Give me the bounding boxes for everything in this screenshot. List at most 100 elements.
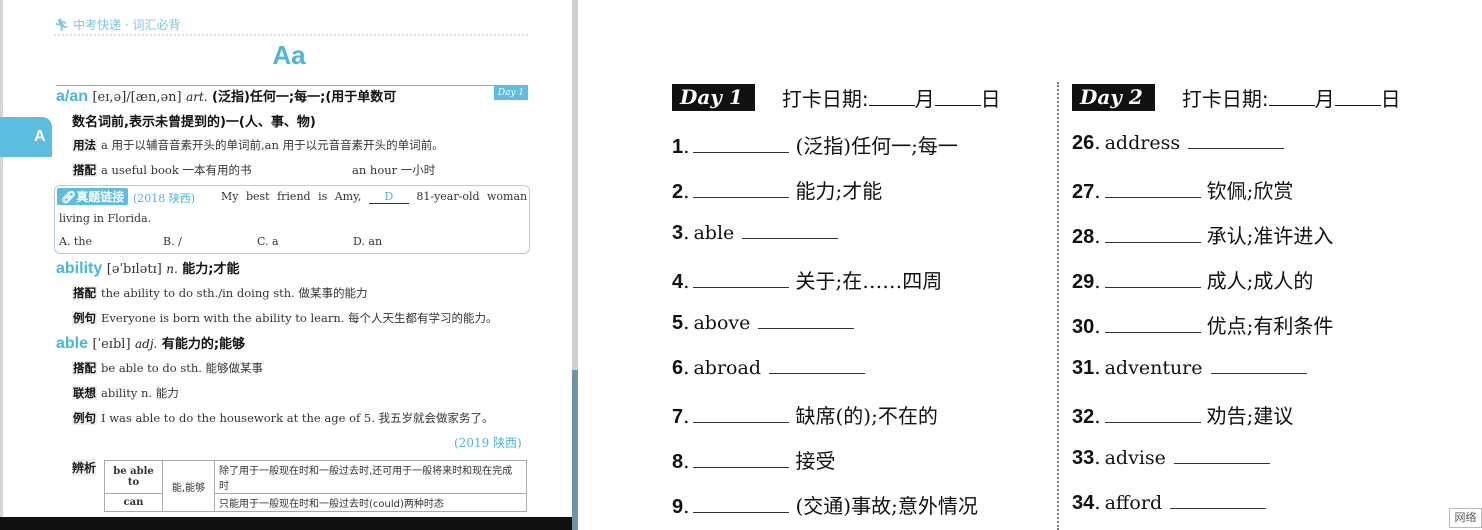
example-line: 例句 I was able to do the housework at the … <box>72 410 494 426</box>
vocab-item: 28. 承认;准许进入 <box>1072 220 1333 250</box>
letter-side-tab[interactable]: A <box>0 117 52 157</box>
item-number-dot: . <box>683 310 690 334</box>
month-blank[interactable] <box>868 86 915 106</box>
column-divider <box>1057 82 1059 530</box>
table-row: be able to 能,能够 除了用于一般现在时和一般过去时,还可用于一般将来… <box>104 460 527 512</box>
vocab-item: 27. 钦佩;欣赏 <box>1072 175 1293 205</box>
shared-meaning-cell: 能,能够 <box>162 460 215 512</box>
item-number-dot: . <box>1094 355 1101 379</box>
vocab-item: 7. 缺席(的);不在的 <box>672 400 938 430</box>
item-number: 2 <box>672 181 684 203</box>
headword: ability <box>56 260 103 277</box>
example-label: 例句 <box>72 311 97 325</box>
item-meaning: 成人;成人的 <box>1206 269 1314 293</box>
item-meaning: 承认;准许进入 <box>1206 224 1334 248</box>
option-a: A. the <box>59 235 92 248</box>
exam-link-label: 🔗︎真题链接 <box>57 188 129 205</box>
answer-blank[interactable] <box>1104 270 1201 288</box>
answer-blank[interactable] <box>758 311 855 329</box>
checkin-label: 打卡日期: <box>781 87 869 111</box>
month-blank[interactable] <box>1268 86 1315 106</box>
answer-blank[interactable] <box>1104 405 1201 423</box>
item-number: 9 <box>672 496 684 518</box>
entry-able-head: able [ˈeɪbl] adj. 有能力的;能够 <box>56 333 245 353</box>
item-meaning: 能力;才能 <box>795 179 883 203</box>
item-number-dot: . <box>683 449 690 473</box>
answer-blank[interactable] <box>693 495 790 513</box>
item-number-dot: . <box>1094 490 1101 514</box>
item-number-dot: . <box>1094 130 1101 154</box>
day-badge-small: Day 1 <box>494 86 528 100</box>
answer-blank[interactable] <box>693 405 790 423</box>
item-number-dot: . <box>683 179 690 203</box>
answer-blank[interactable] <box>693 270 790 288</box>
item-number-dot: . <box>683 494 690 518</box>
network-label[interactable]: 网络 <box>1449 508 1482 528</box>
entry-ability-head: ability [əˈbɪlətɪ] n. 能力;才能 <box>56 258 239 278</box>
question-part2: 81-year-old woman <box>416 190 528 203</box>
vocab-item: 3. able <box>672 220 844 250</box>
vocab-item: 4. 关于;在……四周 <box>672 265 942 295</box>
collocation-label: 搭配 <box>72 163 97 177</box>
answer-blank[interactable] <box>1104 315 1201 333</box>
answer-blank[interactable] <box>693 180 790 198</box>
collocation-text: be able to do sth. 能够做某事 <box>101 361 264 375</box>
answer-blank[interactable] <box>693 135 790 153</box>
distinction-label: 辨析 <box>72 459 97 476</box>
item-meaning: 关于;在……四周 <box>795 269 943 293</box>
answer-blank[interactable] <box>1173 446 1270 464</box>
item-meaning: (交通)事故;意外情况 <box>795 494 978 518</box>
phonetic: [ˈeɪbl] <box>92 337 131 352</box>
collocation-line: 搭配 the ability to do sth./in doing sth. 做… <box>72 285 367 301</box>
day-badge: Day 1 <box>672 84 755 111</box>
part-of-speech: adj. <box>134 337 158 351</box>
association-text: ability n. 能力 <box>101 386 179 400</box>
item-number: 31 <box>1072 357 1095 379</box>
phonetic: [eɪ,ə]/[æn,ən] <box>92 90 182 105</box>
left-page-view: 🏃︎ 中考快递 · 词汇必背 Aa A Day 1 a/an [eɪ,ə]/[æ… <box>0 0 578 530</box>
day-blank[interactable] <box>1334 86 1381 106</box>
vocab-item: 1. (泛指)任何一;每一 <box>672 130 958 160</box>
item-meaning: (泛指)任何一;每一 <box>795 134 958 158</box>
day-blank[interactable] <box>934 86 981 106</box>
collocation-line-2: an hour 一小时 <box>352 163 436 177</box>
answer-blank[interactable] <box>1188 131 1285 149</box>
item-word: afford <box>1104 492 1163 514</box>
running-head-text: 中考快递 · 词汇必背 <box>73 18 181 32</box>
example-line: 例句 Everyone is born with the ability to l… <box>72 310 498 326</box>
example-label: 例句 <box>72 411 97 425</box>
answer-blank: D <box>368 190 409 204</box>
item-number-dot: . <box>1094 269 1101 293</box>
question-part1: My best friend is Amy, <box>221 190 362 203</box>
answer-blank[interactable] <box>1210 356 1307 374</box>
exam-link-label-text: 真题链接 <box>76 190 125 204</box>
meaning: (泛指)任何一;每一;(用于单数可 <box>212 90 397 105</box>
answer-blank[interactable] <box>1104 225 1201 243</box>
headword: able <box>56 335 89 352</box>
day2-header: Day 2 打卡日期: 月 日 <box>1072 83 1401 111</box>
item-number-dot: . <box>683 269 690 293</box>
entry-a-an-head: a/an [eɪ,ə]/[æn,ən] art. (泛指)任何一;每一;(用于单… <box>56 86 396 106</box>
checkin-date: 打卡日期: 月 日 <box>1182 83 1401 112</box>
note-cell: 除了用于一般现在时和一般过去时,还可用于一般将来时和现在完成时 <box>214 460 527 494</box>
answer-blank[interactable] <box>1170 491 1267 509</box>
vocab-item: 8. 接受 <box>672 445 835 475</box>
answer-blank[interactable] <box>1104 180 1201 198</box>
item-number: 33 <box>1072 447 1095 469</box>
answer-blank[interactable] <box>742 221 839 239</box>
usage-line: 用法 a 用于以辅音音素开头的单词前,an 用于以元音音素开头的单词前。 <box>72 137 444 153</box>
item-meaning: 缺席(的);不在的 <box>795 404 938 428</box>
bottom-bar <box>0 517 572 530</box>
item-number-dot: . <box>1094 445 1101 469</box>
checkin-label: 打卡日期: <box>1181 87 1269 111</box>
item-number: 4 <box>672 271 684 293</box>
vocab-item: 2. 能力;才能 <box>672 175 882 205</box>
vocab-item: 33. advise <box>1072 445 1276 475</box>
answer-blank[interactable] <box>769 356 865 374</box>
exam-question-line2: living in Florida. <box>59 212 152 225</box>
item-number: 7 <box>672 406 684 428</box>
option-c: C. a <box>257 235 279 248</box>
item-number: 27 <box>1072 181 1095 203</box>
answer-blank[interactable] <box>693 450 790 468</box>
running-head-divider <box>54 34 528 36</box>
